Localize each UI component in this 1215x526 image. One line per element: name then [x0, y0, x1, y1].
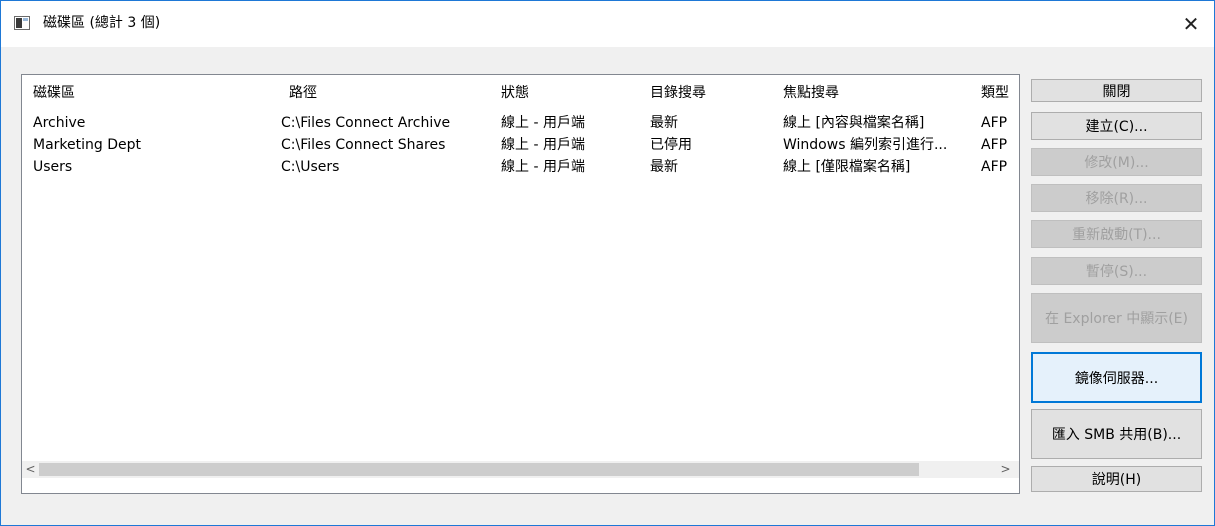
column-header-spotlight-search[interactable]: 焦點搜尋 — [783, 84, 839, 102]
modify-button[interactable]: 修改(M)... — [1031, 148, 1202, 176]
cell-catalog-search: 已停用 — [650, 137, 692, 153]
table-row[interactable]: Archive C:\Files Connect Archive 線上 - 用戶… — [22, 112, 1019, 134]
volumes-list[interactable]: 磁碟區 路徑 狀態 目錄搜尋 焦點搜尋 類型 Archive C:\Files … — [21, 74, 1020, 494]
column-header-path[interactable]: 路徑 — [289, 84, 317, 102]
chevron-left-icon[interactable]: < — [22, 461, 39, 478]
cell-catalog-search: 最新 — [650, 159, 678, 175]
cell-volume: Users — [33, 159, 73, 175]
close-icon[interactable]: ✕ — [1168, 1, 1214, 47]
volumes-dialog: 磁碟區 (總計 3 個) ✕ 磁碟區 路徑 狀態 目錄搜尋 焦點搜尋 類型 Ar… — [0, 0, 1215, 526]
mirror-servers-button[interactable]: 鏡像伺服器... — [1031, 352, 1202, 403]
column-header-type[interactable]: 類型 — [981, 84, 1009, 102]
cell-status: 線上 - 用戶端 — [501, 159, 585, 175]
cell-path: C:\Files Connect Shares — [281, 137, 446, 153]
cell-status: 線上 - 用戶端 — [501, 137, 585, 153]
window-title: 磁碟區 (總計 3 個) — [43, 15, 161, 31]
cell-catalog-search: 最新 — [650, 115, 678, 131]
cell-spotlight-search: Windows 編列索引進行... — [783, 137, 948, 153]
app-window-icon — [14, 16, 30, 30]
cell-volume: Marketing Dept — [33, 137, 141, 153]
import-smb-button[interactable]: 匯入 SMB 共用(B)... — [1031, 409, 1202, 459]
cell-volume: Archive — [33, 115, 86, 131]
table-row[interactable]: Users C:\Users 線上 - 用戶端 最新 線上 [僅限檔案名稱] A… — [22, 156, 1019, 178]
cell-type: AFP — [981, 115, 1008, 131]
cell-type: AFP — [981, 137, 1008, 153]
help-button[interactable]: 說明(H) — [1031, 466, 1202, 492]
remove-button[interactable]: 移除(R)... — [1031, 184, 1202, 212]
chevron-right-icon[interactable]: > — [997, 461, 1014, 478]
column-header-catalog-search[interactable]: 目錄搜尋 — [650, 84, 706, 102]
cell-path: C:\Users — [281, 159, 340, 175]
column-header-volume[interactable]: 磁碟區 — [33, 84, 75, 102]
cell-path: C:\Files Connect Archive — [281, 115, 451, 131]
horizontal-scrollbar[interactable]: < > — [22, 461, 1019, 478]
pause-button[interactable]: 暫停(S)... — [1031, 257, 1202, 285]
cell-spotlight-search: 線上 [僅限檔案名稱] — [783, 159, 911, 175]
show-in-explorer-button[interactable]: 在 Explorer 中顯示(E) — [1031, 293, 1202, 343]
close-button[interactable]: 關閉 — [1031, 79, 1202, 102]
cell-status: 線上 - 用戶端 — [501, 115, 585, 131]
create-button[interactable]: 建立(C)... — [1031, 112, 1202, 140]
cell-type: AFP — [981, 159, 1008, 175]
column-header-status[interactable]: 狀態 — [501, 84, 529, 102]
restart-button[interactable]: 重新啟動(T)... — [1031, 220, 1202, 248]
cell-spotlight-search: 線上 [內容與檔案名稱] — [783, 115, 925, 131]
scrollbar-thumb[interactable] — [39, 463, 919, 476]
title-bar: 磁碟區 (總計 3 個) ✕ — [1, 1, 1214, 47]
table-row[interactable]: Marketing Dept C:\Files Connect Shares 線… — [22, 134, 1019, 156]
